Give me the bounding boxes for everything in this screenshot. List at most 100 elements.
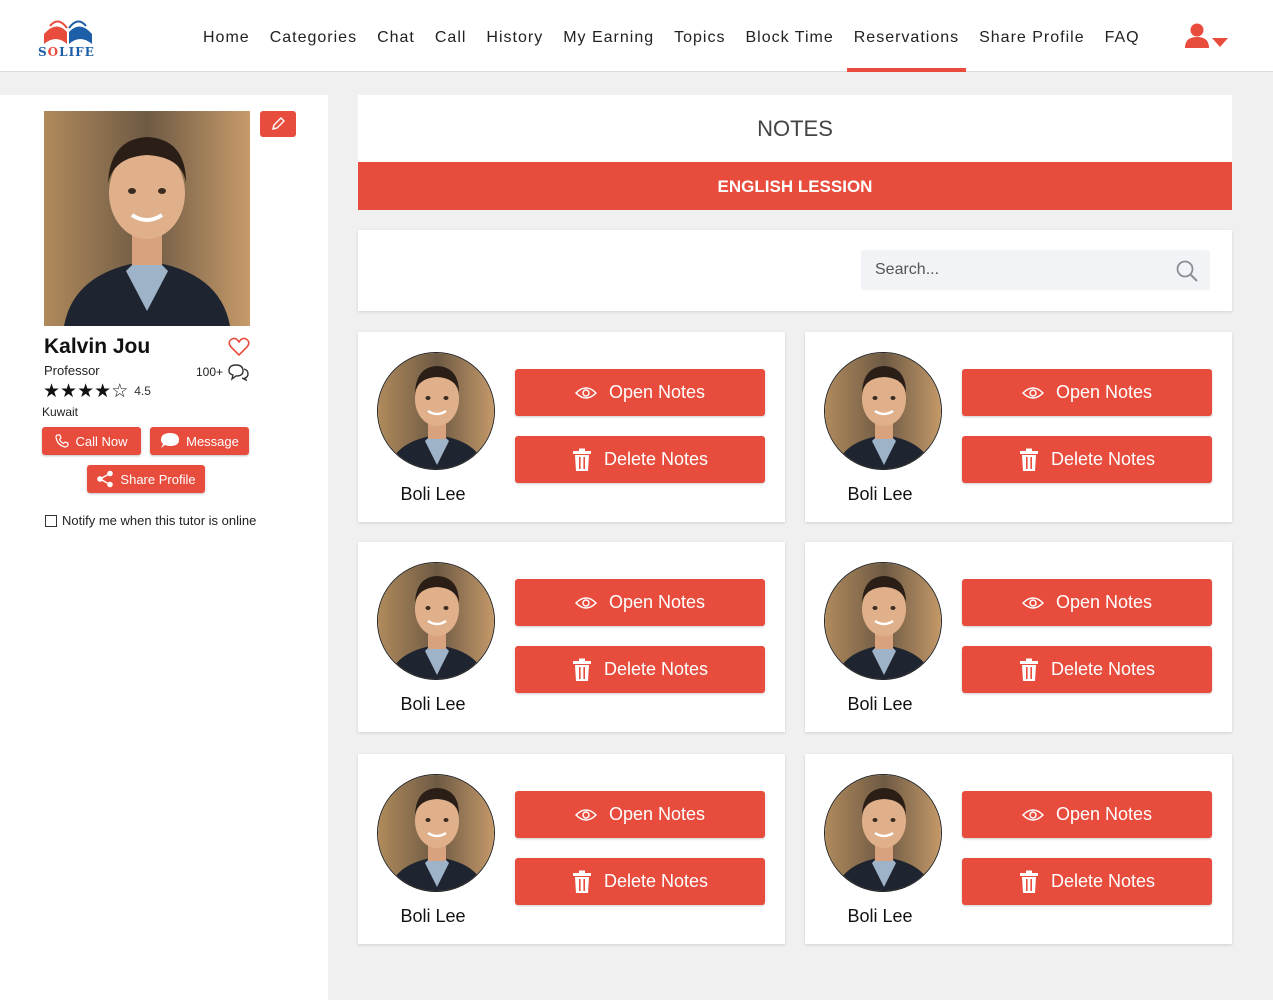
delete-notes-button[interactable]: Delete Notes (515, 646, 765, 693)
nav-block-time[interactable]: Block Time (738, 0, 840, 72)
pencil-icon (272, 117, 285, 130)
solife-logo[interactable]: SOLIFE (36, 12, 100, 60)
search-input[interactable] (861, 250, 1161, 290)
student-avatar-image (825, 353, 941, 469)
nav-categories[interactable]: Categories (263, 0, 364, 72)
rating-value: 4.5 (134, 384, 151, 398)
search-box (861, 250, 1210, 290)
student-avatar (377, 774, 495, 892)
star-filled-icon: ★ (94, 380, 112, 402)
open-notes-button[interactable]: Open Notes (962, 791, 1212, 838)
reviews-count[interactable]: 100+ (196, 363, 249, 381)
eye-icon (1021, 808, 1044, 821)
open-notes-button[interactable]: Open Notes (962, 579, 1212, 626)
note-card: Boli Lee Open Notes Delete Notes (358, 332, 785, 522)
student-avatar (824, 352, 942, 470)
delete-notes-button[interactable]: Delete Notes (515, 858, 765, 905)
phone-icon (55, 434, 70, 448)
delete-notes-label: Delete Notes (603, 449, 709, 469)
tutor-profile-panel: Kalvin Jou Professor 100+ ★ ★ ★ ★ ☆ 4.5 Kuwai… (0, 95, 328, 1000)
nav-history[interactable]: History (479, 0, 550, 72)
call-now-label: Call Now (75, 433, 128, 449)
lesson-title-bar: ENGLISH LESSION (358, 162, 1232, 210)
star-empty-icon: ☆ (111, 380, 129, 402)
note-card: Boli Lee Open Notes Delete Notes (358, 542, 785, 732)
star-filled-icon: ★ (77, 380, 95, 402)
trash-icon (572, 448, 591, 471)
delete-notes-label: Delete Notes (603, 871, 709, 891)
delete-notes-label: Delete Notes (603, 659, 709, 679)
rating-stars: ★ ★ ★ ★ ☆ 4.5 (43, 381, 151, 401)
reviews-count-text: 100+ (196, 365, 224, 379)
user-icon (1185, 23, 1209, 48)
student-avatar-image (825, 563, 941, 679)
nav-reservations[interactable]: Reservations (846, 0, 967, 72)
call-now-button[interactable]: Call Now (42, 427, 141, 455)
message-button[interactable]: Message (150, 427, 249, 455)
student-name: Boli Lee (400, 694, 466, 714)
edit-profile-button[interactable] (260, 111, 296, 137)
student-avatar-image (378, 353, 494, 469)
open-notes-button[interactable]: Open Notes (515, 791, 765, 838)
open-notes-label: Open Notes (1055, 382, 1153, 402)
share-profile-button[interactable]: Share Profile (87, 465, 205, 493)
notify-online-option[interactable]: Notify me when this tutor is online (45, 513, 256, 528)
note-card: Boli Lee Open Notes Delete Notes (805, 332, 1232, 522)
chevron-down-icon (1212, 38, 1228, 47)
delete-notes-label: Delete Notes (1050, 871, 1156, 891)
logo-text-prefix: S (38, 45, 48, 59)
delete-notes-button[interactable]: Delete Notes (515, 436, 765, 483)
student-avatar (824, 774, 942, 892)
user-menu[interactable] (1180, 22, 1232, 52)
open-notes-label: Open Notes (608, 592, 706, 612)
note-card: Boli Lee Open Notes Delete Notes (805, 542, 1232, 732)
top-navbar: SOLIFE Home Categories Chat Call History My E… (0, 0, 1273, 72)
open-notes-button[interactable]: Open Notes (515, 579, 765, 626)
eye-icon (1021, 596, 1044, 609)
open-notes-button[interactable]: Open Notes (515, 369, 765, 416)
eye-icon (574, 386, 597, 399)
share-icon (97, 470, 114, 488)
delete-notes-label: Delete Notes (1050, 659, 1156, 679)
favorite-button[interactable] (228, 337, 250, 362)
trash-icon (1019, 870, 1038, 893)
nav-my-earning[interactable]: My Earning (556, 0, 661, 72)
share-profile-label: Share Profile (120, 471, 196, 487)
delete-notes-button[interactable]: Delete Notes (962, 646, 1212, 693)
logo-wordmark: SOLIFE (38, 45, 95, 59)
open-notes-label: Open Notes (608, 382, 706, 402)
note-card: Boli Lee Open Notes Delete Notes (358, 754, 785, 944)
open-notes-label: Open Notes (1055, 804, 1153, 824)
logo-text-o: O (47, 45, 60, 59)
nav-faq[interactable]: FAQ (1098, 0, 1147, 72)
nav-share-profile[interactable]: Share Profile (972, 0, 1092, 72)
delete-notes-label: Delete Notes (1050, 449, 1156, 469)
delete-notes-button[interactable]: Delete Notes (962, 858, 1212, 905)
book-logo-icon (44, 20, 92, 44)
star-filled-icon: ★ (60, 380, 78, 402)
search-icon[interactable] (1175, 259, 1199, 283)
student-name: Boli Lee (400, 906, 466, 926)
open-notes-label: Open Notes (1055, 592, 1153, 612)
notes-title: NOTES (358, 95, 1232, 162)
main-nav: Home Categories Chat Call History My Earning T… (196, 0, 1153, 72)
student-name: Boli Lee (847, 484, 913, 504)
notify-checkbox[interactable] (45, 514, 57, 527)
trash-icon (1019, 448, 1038, 471)
message-label: Message (186, 433, 239, 449)
nav-topics[interactable]: Topics (667, 0, 732, 72)
nav-chat[interactable]: Chat (370, 0, 422, 72)
tutor-role: Professor (44, 363, 100, 378)
open-notes-button[interactable]: Open Notes (962, 369, 1212, 416)
delete-notes-button[interactable]: Delete Notes (962, 436, 1212, 483)
student-avatar (824, 562, 942, 680)
message-icon (161, 433, 180, 448)
student-avatar-image (825, 775, 941, 891)
eye-icon (574, 808, 597, 821)
tutor-country: Kuwait (42, 405, 79, 419)
nav-call[interactable]: Call (428, 0, 474, 72)
trash-icon (1019, 658, 1038, 681)
student-name: Boli Lee (847, 906, 913, 926)
eye-icon (1021, 386, 1044, 399)
nav-home[interactable]: Home (196, 0, 257, 72)
